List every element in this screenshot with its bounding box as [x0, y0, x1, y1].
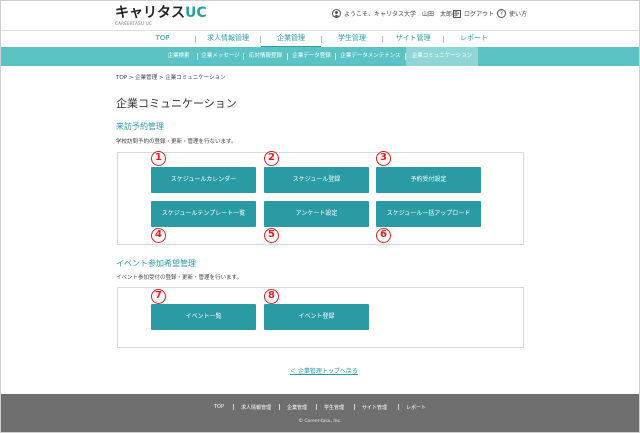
nav-student-management[interactable]: 学生管理	[322, 31, 382, 47]
section-event-desc: イベント参加受付の登録・更新・管理を行います。	[116, 275, 242, 281]
marker-1: 1	[151, 151, 166, 166]
nav-job-info[interactable]: 求人情報管理	[196, 31, 260, 47]
reservation-settings-button[interactable]: 予約受付設定	[376, 167, 481, 193]
subnav-response-info[interactable]: 応対情報登録	[244, 47, 287, 66]
schedule-calendar-button[interactable]: スケジュールカレンダー	[151, 167, 256, 193]
subnav-company-communication[interactable]: 企業コミュニケーション	[406, 47, 478, 66]
marker-8: 8	[264, 289, 279, 304]
event-list-button[interactable]: イベント一覧	[151, 304, 256, 330]
section-visit-reservation-desc: 学校訪問予約の登録・更新・管理を行ないます。	[116, 139, 237, 145]
footer-link-site[interactable]: サイト管理	[362, 404, 387, 411]
nav-company-management[interactable]: 企業管理	[261, 31, 321, 48]
subnav-company-search[interactable]: 企業検索	[160, 47, 197, 66]
help-link[interactable]: ? 使い方	[497, 9, 527, 18]
user-last-name: 山田	[422, 11, 435, 18]
marker-2: 2	[264, 151, 279, 166]
schedule-bulk-upload-button[interactable]: スケジュール一括アップロード	[376, 201, 481, 227]
marker-4: 4	[151, 228, 166, 243]
schedule-register-button[interactable]: スケジュール登録	[264, 167, 369, 193]
survey-settings-button[interactable]: アンケート設定	[264, 201, 369, 227]
nav-top[interactable]: TOP	[130, 31, 195, 47]
footer-link-report[interactable]: レポート	[406, 404, 426, 411]
logo[interactable]: キャリタスUC CAREERTASU UC	[115, 5, 207, 26]
greeting-text: ようこそ、キャリタス大学	[344, 11, 417, 18]
main-nav: TOP 求人情報管理 企業管理 学生管理 サイト管理 レポート	[0, 30, 640, 48]
marker-5: 5	[264, 228, 279, 243]
event-register-button[interactable]: イベント登録	[264, 304, 369, 330]
sub-nav: 企業検索 企業メッセージ 応対情報登録 企業データ登録 企業データメンテナンス …	[0, 47, 640, 66]
footer-link-job-info[interactable]: 求人情報管理	[241, 404, 271, 411]
logout-label: ログアウト	[464, 11, 495, 18]
marker-6: 6	[376, 228, 391, 243]
marker-3: 3	[376, 151, 391, 166]
schedule-template-list-button[interactable]: スケジュールテンプレート一覧	[151, 201, 256, 227]
logo-subtitle: CAREERTASU UC	[115, 21, 153, 26]
subnav-company-message[interactable]: 企業メッセージ	[198, 47, 243, 66]
back-to-company-top-link[interactable]: ＜ 企業管理トップへ戻る	[290, 366, 358, 375]
logo-uc: UC	[185, 5, 207, 21]
logo-text: キャリタスUC	[115, 5, 207, 21]
user-info: ようこそ、キャリタス大学 山田 太郎様	[332, 9, 458, 18]
subnav-company-data-maintenance[interactable]: 企業データメンテナンス	[336, 47, 405, 66]
logout-icon: →	[453, 9, 461, 18]
nav-report[interactable]: レポート	[444, 31, 504, 47]
footer-link-company[interactable]: 企業管理	[287, 404, 307, 411]
help-label: 使い方	[509, 11, 528, 18]
breadcrumb: TOP > 企業管理 > 企業コミュニケーション	[116, 75, 226, 81]
subnav-company-data-register[interactable]: 企業データ登録	[288, 47, 335, 66]
header: キャリタスUC CAREERTASU UC ようこそ、キャリタス大学 山田 太郎…	[0, 0, 640, 30]
section-visit-reservation-title: 来訪予約管理	[116, 122, 164, 131]
footer-link-student[interactable]: 学生管理	[324, 404, 344, 411]
section-event-title: イベント参加希望管理	[116, 259, 196, 268]
help-icon: ?	[497, 9, 506, 18]
footer: TOP 求人情報管理 企業管理 学生管理 サイト管理 レポート © Career…	[0, 394, 640, 433]
logo-main: キャリタス	[115, 5, 185, 21]
copyright: © Career-tasu, Inc.	[298, 419, 342, 424]
footer-link-top[interactable]: TOP	[214, 404, 224, 410]
logout-link[interactable]: → ログアウト	[453, 9, 494, 18]
page-title: 企業コミュニケーション	[116, 97, 237, 110]
nav-site-management[interactable]: サイト管理	[383, 31, 443, 47]
user-icon	[332, 9, 341, 18]
visit-reservation-panel	[117, 152, 524, 245]
marker-7: 7	[151, 289, 166, 304]
